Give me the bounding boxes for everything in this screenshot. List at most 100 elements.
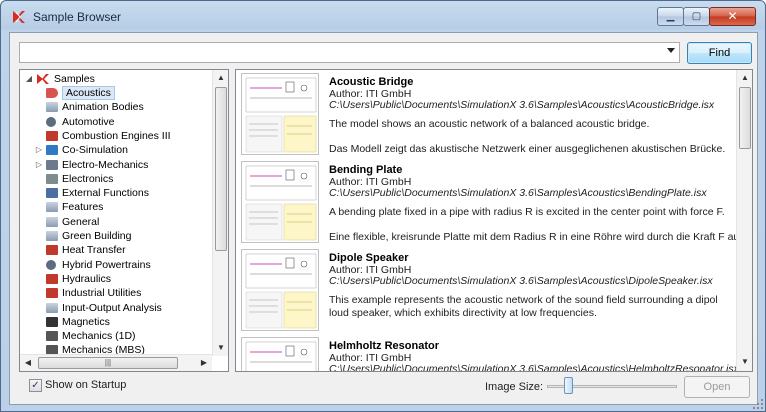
sample-item[interactable]: Bending Plate Author: ITI GmbH C:\Users\Pu… xyxy=(236,158,736,246)
tree-item[interactable]: Combustion Engines III xyxy=(20,129,212,143)
tree-item[interactable]: General xyxy=(20,215,212,229)
sample-item[interactable]: Helmholtz Resonator Author: ITI GmbH C:\Us… xyxy=(236,334,736,372)
scroll-up-arrow-icon[interactable]: ▲ xyxy=(213,70,228,86)
sample-thumbnail[interactable] xyxy=(241,161,319,243)
tree-scroll-thumb[interactable] xyxy=(215,87,227,251)
show-on-startup-checkbox[interactable]: ✓ xyxy=(29,379,42,392)
tree-item-label: Mechanics (1D) xyxy=(62,330,136,343)
tree-item[interactable]: ▷ Co-Simulation xyxy=(20,143,212,157)
image-size-label: Image Size: xyxy=(485,381,544,393)
samples-scroll-thumb[interactable] xyxy=(739,87,751,149)
folder-icon xyxy=(46,102,58,113)
tree-item[interactable]: Features xyxy=(20,200,212,214)
scroll-down-arrow-icon[interactable]: ▼ xyxy=(213,340,228,356)
sample-path: C:\Users\Public\Documents\SimulationX 3.… xyxy=(329,363,736,372)
tree-item-label: Electro-Mechanics xyxy=(62,158,149,171)
dropdown-arrow-icon[interactable] xyxy=(667,48,675,53)
sample-path: C:\Users\Public\Documents\SimulationX 3.… xyxy=(329,275,713,287)
tree-item-label: Hybrid Powertrains xyxy=(62,258,151,271)
sample-item[interactable]: Dipole Speaker Author: ITI GmbH C:\Users\P… xyxy=(236,246,736,334)
find-button[interactable]: Find xyxy=(687,42,752,64)
tree-item[interactable]: Industrial Utilities xyxy=(20,286,212,300)
show-on-startup-label[interactable]: Show on Startup xyxy=(45,379,126,391)
tree-item[interactable]: Hydraulics xyxy=(20,272,212,286)
sample-description-german: Eine flexible, kreisrunde Platte mit dem… xyxy=(329,231,736,243)
sample-path: C:\Users\Public\Documents\SimulationX 3.… xyxy=(329,187,707,199)
tree-item-label: Magnetics xyxy=(62,315,110,328)
category-tree[interactable]: ◢ Samples Acoustics Animation Bodies Autom… xyxy=(19,69,229,372)
function-icon xyxy=(46,188,58,199)
folder-icon xyxy=(46,216,58,227)
sample-path: C:\Users\Public\Documents\SimulationX 3.… xyxy=(329,99,715,111)
tree-item[interactable]: Automotive xyxy=(20,115,212,129)
scroll-down-arrow-icon[interactable]: ▼ xyxy=(737,354,752,370)
chip-icon xyxy=(46,173,58,184)
sample-title: Helmholtz Resonator xyxy=(329,340,440,352)
tree-item-label: Combustion Engines III xyxy=(62,129,171,142)
tree-item-label: Green Building xyxy=(62,230,132,242)
search-combobox[interactable] xyxy=(19,42,680,63)
tree-root-label: Samples xyxy=(54,73,95,85)
open-button[interactable]: Open xyxy=(684,376,750,398)
tree-item[interactable]: External Functions xyxy=(20,186,212,200)
scroll-right-arrow-icon[interactable]: ▶ xyxy=(196,355,212,371)
samples-vertical-scrollbar[interactable]: ▲ ▼ xyxy=(736,70,752,371)
tree-item[interactable]: ▷ Electro-Mechanics xyxy=(20,158,212,172)
close-button[interactable]: ✕ xyxy=(709,7,756,26)
maximize-button[interactable]: ▢ xyxy=(683,7,710,26)
model-diagram-thumbnail-icon xyxy=(245,253,317,329)
tree-item-label: Electronics xyxy=(62,172,114,185)
hydraulics-icon xyxy=(46,273,58,284)
tree-vertical-scrollbar[interactable]: ▲ ▼ xyxy=(212,70,228,356)
sample-browser-window: Sample Browser ▁ ▢ ✕ Find ◢ Samples Acou… xyxy=(0,0,766,412)
tree-item-label: Industrial Utilities xyxy=(62,287,142,300)
tree-item-label: Heat Transfer xyxy=(62,244,126,257)
gear-icon xyxy=(46,259,56,270)
tree-item[interactable]: Acoustics xyxy=(20,86,212,100)
tree-root-samples[interactable]: ◢ Samples xyxy=(20,72,212,86)
model-diagram-thumbnail-icon xyxy=(245,341,317,371)
image-size-slider-thumb[interactable] xyxy=(563,377,573,394)
sample-description-german: Das Modell zeigt das akustische Netzwerk… xyxy=(329,143,726,155)
scroll-up-arrow-icon[interactable]: ▲ xyxy=(737,70,752,86)
collapse-triangle-icon[interactable]: ◢ xyxy=(24,72,34,86)
tree-item[interactable]: Green Building xyxy=(20,229,212,243)
tree-item[interactable]: Heat Transfer xyxy=(20,243,212,257)
sample-thumbnail[interactable] xyxy=(241,73,319,155)
expand-triangle-icon[interactable]: ▷ xyxy=(34,158,44,172)
resize-grip-icon[interactable] xyxy=(753,399,763,409)
gear-icon xyxy=(46,116,56,127)
model-diagram-thumbnail-icon xyxy=(245,165,317,241)
motor-icon xyxy=(46,159,58,170)
heat-icon xyxy=(46,288,58,299)
tree-item-label: Co-Simulation xyxy=(62,144,128,157)
tree-item[interactable]: Mechanics (1D) xyxy=(20,329,212,343)
tree-horizontal-scrollbar[interactable]: ◀ ||| ▶ xyxy=(20,354,212,371)
tree-item-label: Input-Output Analysis xyxy=(62,301,162,314)
folder-icon xyxy=(46,302,58,313)
sample-description: The model shows an acoustic network of a… xyxy=(329,118,650,130)
tree-item-label: Acoustics xyxy=(62,86,115,100)
folder-icon xyxy=(46,202,58,213)
sample-item[interactable]: Acoustic Bridge Author: ITI GmbH C:\Users\… xyxy=(236,70,736,158)
sample-description: A bending plate fixed in a pipe with rad… xyxy=(329,206,725,218)
sample-list[interactable]: Acoustic Bridge Author: ITI GmbH C:\Users\… xyxy=(235,69,753,372)
tree-hscroll-thumb[interactable]: ||| xyxy=(38,357,178,369)
tree-item[interactable]: Electronics xyxy=(20,172,212,186)
folder-icon xyxy=(46,231,58,241)
sample-description: This example represents the acoustic net… xyxy=(329,294,718,319)
tree-item-label: Automotive xyxy=(62,115,115,128)
sample-title: Acoustic Bridge xyxy=(329,76,414,88)
scroll-left-arrow-icon[interactable]: ◀ xyxy=(20,355,36,371)
expand-triangle-icon[interactable]: ▷ xyxy=(34,143,44,157)
title-bar[interactable]: Sample Browser ▁ ▢ ✕ xyxy=(1,1,765,31)
tree-item[interactable]: Animation Bodies xyxy=(20,100,212,114)
tree-item[interactable]: Hybrid Powertrains xyxy=(20,258,212,272)
window-title: Sample Browser xyxy=(33,10,122,24)
minimize-button[interactable]: ▁ xyxy=(657,7,684,26)
tree-item-label: External Functions xyxy=(62,187,149,200)
sample-thumbnail[interactable] xyxy=(241,337,319,371)
tree-item[interactable]: Magnetics xyxy=(20,315,212,329)
sample-thumbnail[interactable] xyxy=(241,249,319,331)
tree-item[interactable]: Input-Output Analysis xyxy=(20,301,212,315)
